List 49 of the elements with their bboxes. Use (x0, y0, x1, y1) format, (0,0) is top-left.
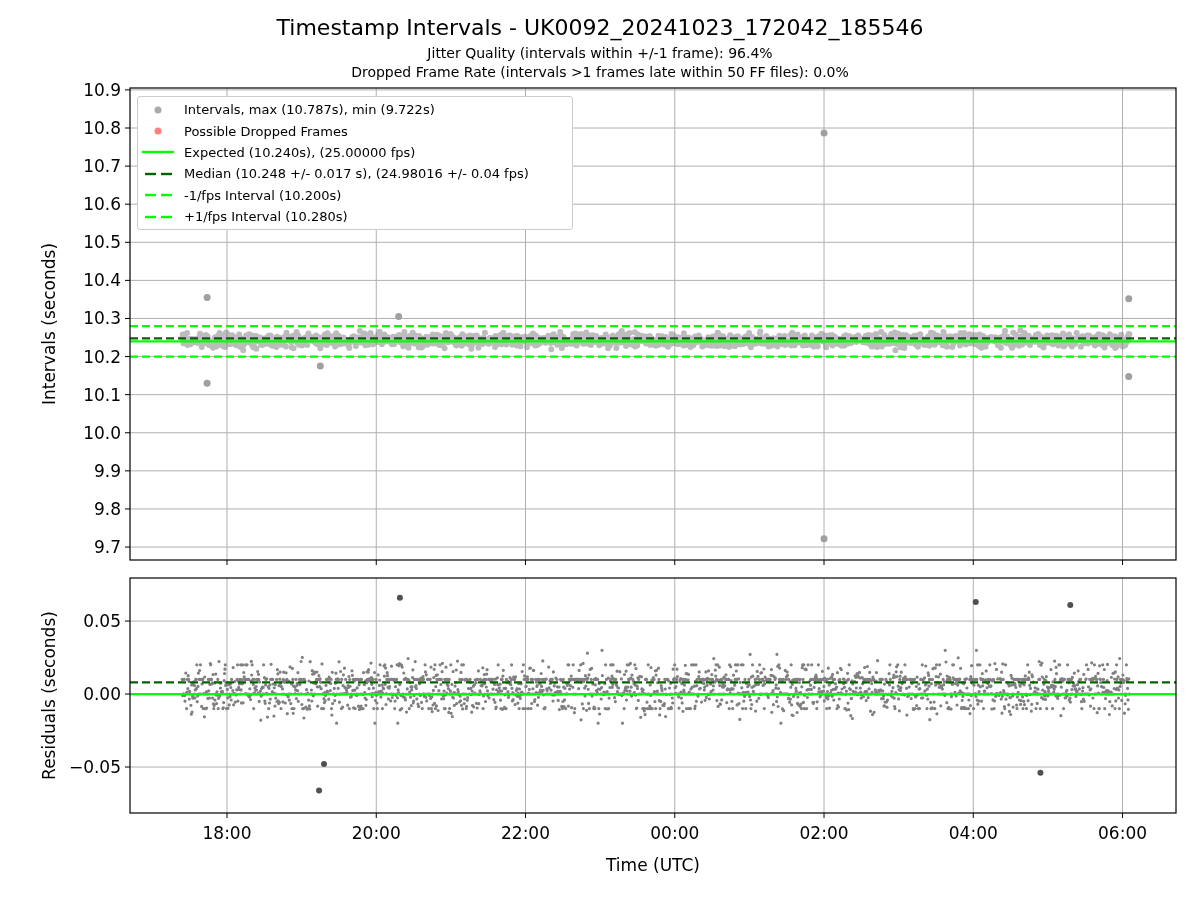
data-point (820, 535, 828, 543)
data-point (316, 362, 324, 370)
data-point (321, 761, 328, 768)
chart-title: Timestamp Intervals - UK0092_20241023_172042_185546 (276, 15, 924, 41)
tick-label: 9.8 (93, 498, 121, 519)
data-point (396, 594, 403, 601)
data-point (1037, 769, 1044, 776)
data-point (1125, 372, 1133, 380)
tick-label: 0.00 (83, 684, 121, 705)
data-point (203, 294, 211, 301)
data-point (1067, 602, 1074, 608)
tick-label: 20:00 (351, 823, 401, 843)
axis-title: Intervals (seconds) (39, 242, 59, 406)
tick-label: 9.7 (93, 537, 121, 558)
legend-label: Expected (10.240s), (25.00000 fps) (184, 144, 416, 160)
tick-label: 00:00 (650, 823, 700, 843)
tick-label: 10.8 (83, 118, 121, 138)
data-point (316, 787, 323, 794)
tick-label: 10.0 (83, 422, 121, 443)
axis-title: Time (UTC) (606, 855, 700, 875)
tick-label: 10.6 (83, 194, 121, 215)
tick-label: 10.2 (83, 346, 121, 367)
tick-label: 10.5 (83, 232, 121, 253)
tick-label: 10.1 (83, 384, 121, 405)
legend-label: Median (10.248 +/- 0.017 s), (24.98016 +/- 0.04 fps) (184, 166, 529, 182)
tick-label: 0.05 (83, 611, 121, 632)
tick-label: 10.7 (83, 156, 121, 177)
tick-label: 22:00 (501, 823, 550, 843)
tick-label: 10.3 (83, 308, 121, 329)
tick-label: 9.9 (93, 460, 121, 481)
legend-label: Intervals, max (10.787s), min (9.722s) (184, 102, 435, 118)
legend-label: +1/fps Interval (10.280s) (184, 209, 348, 225)
tick-label: 02:00 (799, 823, 849, 843)
axis-title: Residuals (seconds) (39, 611, 59, 780)
data-point (972, 599, 979, 606)
data-point (395, 313, 403, 321)
tick-label: 18:00 (202, 823, 252, 843)
tick-label: −0.05 (68, 757, 121, 777)
data-point (203, 379, 211, 387)
tick-label: 06:00 (1098, 823, 1147, 843)
tick-label: 10.4 (83, 270, 121, 291)
data-point (820, 129, 828, 137)
legend-label: Possible Dropped Frames (184, 123, 348, 139)
tick-label: 04:00 (948, 823, 998, 843)
chart-subtitle: Jitter Quality (intervals within +/-1 frame): 96.4% (427, 44, 773, 63)
legend-label: -1/fps Interval (10.200s) (184, 187, 342, 203)
chart-subtitle: Dropped Frame Rate (intervals >1 frames late within 50 FF files): 0.0% (351, 63, 849, 82)
data-point (1125, 295, 1133, 303)
tick-label: 10.9 (83, 80, 121, 100)
